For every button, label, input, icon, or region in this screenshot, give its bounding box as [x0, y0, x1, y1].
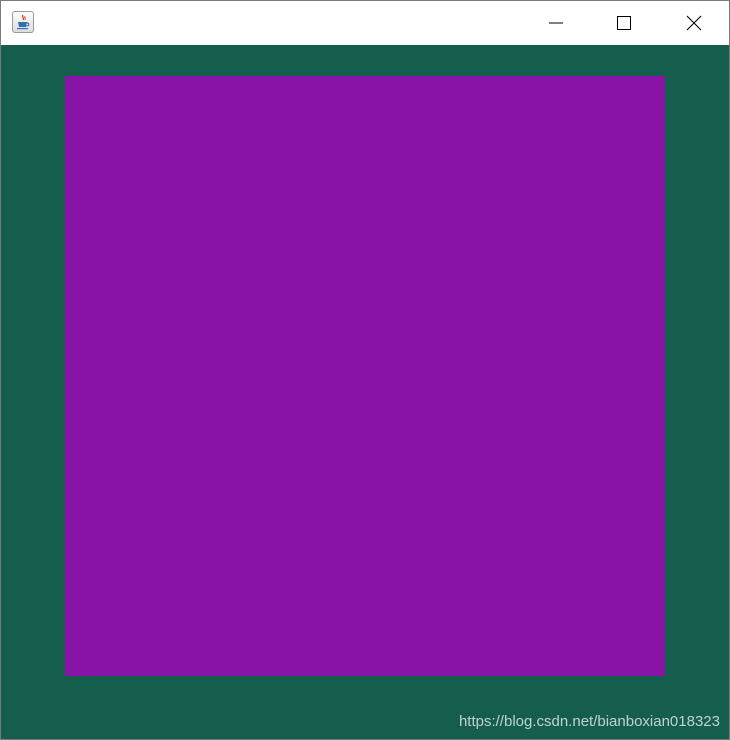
maximize-icon	[617, 16, 631, 30]
java-coffee-cup-icon[interactable]	[12, 11, 34, 33]
title-bar[interactable]	[1, 1, 729, 45]
close-icon	[686, 15, 702, 31]
watermark-text: https://blog.csdn.net/bianboxian018323	[458, 713, 720, 730]
maximize-button[interactable]	[601, 1, 647, 45]
purple-square	[65, 76, 665, 676]
minimize-icon	[549, 22, 563, 24]
app-window: https://blog.csdn.net/bianboxian018323	[0, 0, 730, 740]
minimize-button[interactable]	[533, 1, 579, 45]
close-button[interactable]	[671, 1, 717, 45]
drawing-canvas[interactable]: https://blog.csdn.net/bianboxian018323	[1, 45, 729, 739]
